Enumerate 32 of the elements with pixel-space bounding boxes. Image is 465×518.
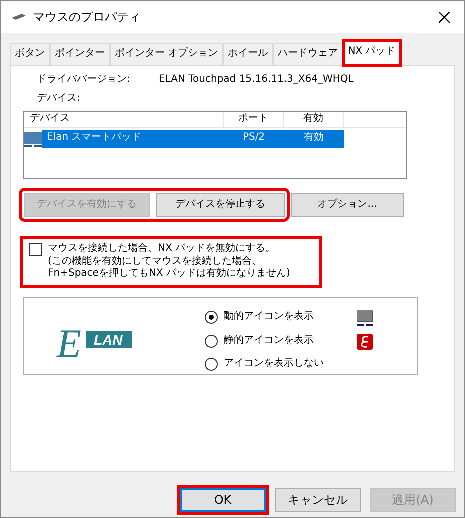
device-button[interactable]: デバイスを停止する <box>156 193 285 217</box>
list-row[interactable]: Elan スマートパッド PS/2 有効 <box>24 130 406 148</box>
tab[interactable]: NX パッド <box>343 40 401 66</box>
touchpad-icon <box>357 310 373 326</box>
checkbox[interactable] <box>29 243 42 256</box>
tab[interactable]: ハードウェア <box>273 43 344 65</box>
radio-button[interactable] <box>205 335 218 348</box>
tab[interactable]: ホイール <box>223 43 274 65</box>
dialog-button[interactable]: キャンセル <box>275 488 361 512</box>
tab[interactable]: ポインター オプション <box>110 43 224 65</box>
dialog-button[interactable]: OK <box>180 488 266 512</box>
checkbox-label: マウスを接続した場合、NX パッドを無効にする。 (この機能を有効にしてマウスを接続した場合、 Fn+Spaceを押してもNX パッドは有効になりません) <box>48 243 290 280</box>
device-button[interactable]: オプション... <box>291 193 404 217</box>
table-cell: Elan スマートパッド <box>42 130 224 148</box>
tab[interactable]: ボタン <box>10 43 50 65</box>
radio-label: アイコンを表示しない <box>224 358 325 370</box>
driver-label: ドライババージョン: <box>37 74 132 86</box>
driver-value: ELAN Touchpad 15.16.11.3_X64_WHQL <box>159 74 354 86</box>
radio-label: 静的アイコンを表示 <box>224 335 315 348</box>
radio-button[interactable] <box>205 311 218 324</box>
window-title: マウスのプロパティ <box>33 10 142 24</box>
table-cell: 有効 <box>284 130 344 148</box>
logo-icon <box>357 334 373 350</box>
close-icon[interactable] <box>439 12 450 22</box>
radio-button[interactable] <box>205 358 218 370</box>
radio-label: 動的アイコンを表示 <box>224 311 315 324</box>
touchpad-icon <box>24 130 42 148</box>
tab[interactable]: ポインター <box>50 43 110 65</box>
mouse-icon <box>11 13 27 21</box>
elan-logo: E LAN <box>56 314 132 368</box>
devices-label: デバイス: <box>36 92 82 105</box>
table-cell: PS/2 <box>224 130 284 148</box>
